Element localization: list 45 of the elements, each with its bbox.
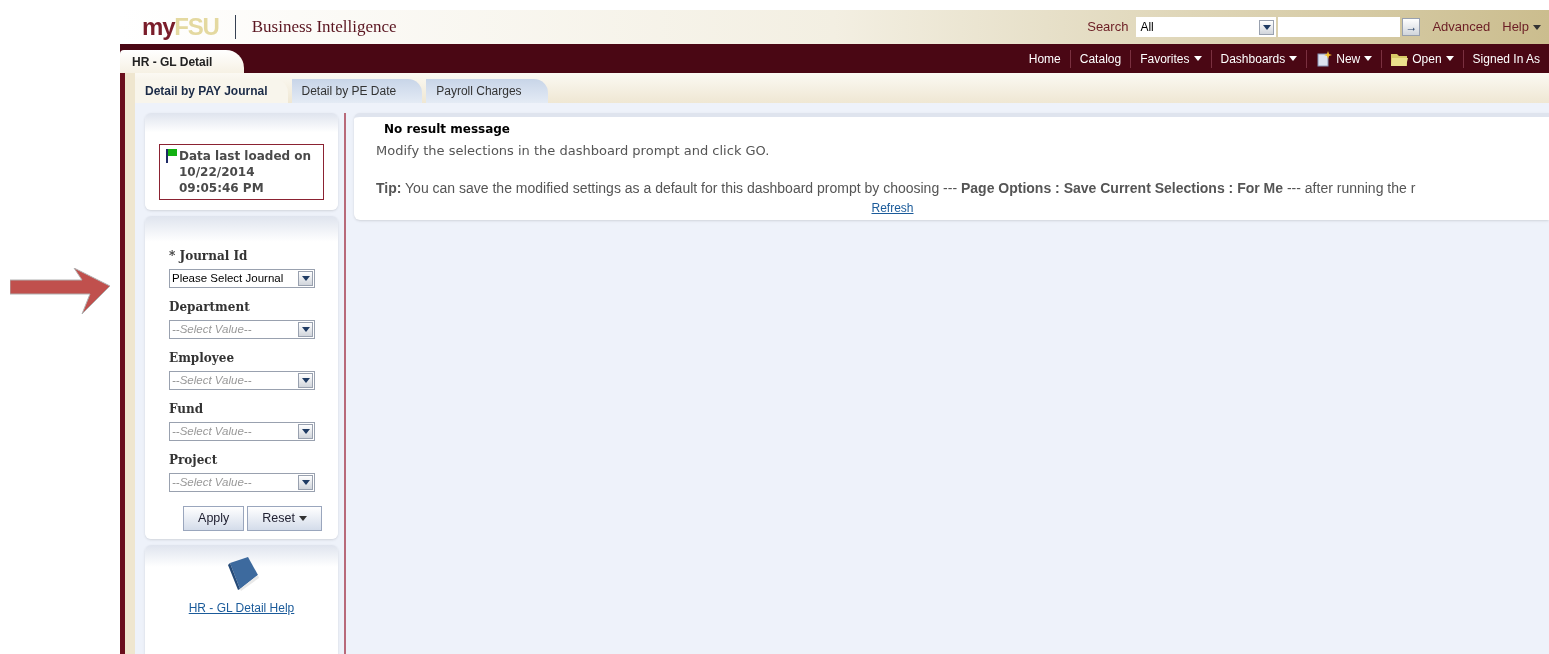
nav-menu-item[interactable]: Favorites: [1130, 49, 1211, 68]
folder-icon: [1391, 51, 1409, 66]
nav-menu-item[interactable]: Open: [1381, 49, 1463, 68]
arrow-icon: [10, 268, 110, 314]
result-title: No result message: [383, 121, 511, 138]
result-message: Modify the selections in the dashboard prompt and click GO.: [376, 142, 771, 160]
search-scope-select[interactable]: All: [1136, 17, 1277, 37]
caret-icon: [299, 516, 307, 521]
caret-icon: [1193, 56, 1202, 61]
prompt-label: Fund: [169, 401, 205, 417]
data-loaded-text: 09:05:46 PM: [179, 180, 265, 196]
header-link[interactable]: Advanced: [1432, 17, 1491, 37]
caret-icon: [1445, 56, 1454, 61]
dashboard-title-tab[interactable]: HR - GL Detail: [120, 50, 245, 73]
header-link[interactable]: Help: [1502, 17, 1541, 37]
caret-icon: [1533, 24, 1541, 30]
logo: myFSU: [142, 15, 219, 39]
tip-text: Tip: You can save the modified settings as a default for this dashboard prompt by choosing --- Page Options : Save Current Selections : For Me --- after running the r: [376, 178, 1417, 198]
prompt-label: * Journal Id: [169, 248, 249, 264]
caret-icon: [1289, 56, 1298, 61]
flag-icon: [166, 149, 177, 163]
prompt-select[interactable]: Please Select Journal: [169, 269, 315, 288]
prompt-button[interactable]: Apply: [183, 506, 245, 531]
app-title: Business Intelligence: [251, 16, 397, 39]
nav-menu-item[interactable]: Catalog: [1069, 49, 1131, 68]
help-link[interactable]: HR - GL Detail Help: [188, 599, 295, 617]
search-go-button[interactable]: →: [1402, 18, 1421, 36]
nav-menu-item[interactable]: Dashboards: [1210, 49, 1307, 68]
data-loaded-text: Data last loaded on: [179, 148, 312, 164]
prompt-button[interactable]: Reset: [247, 506, 322, 531]
search-label: Search: [1087, 18, 1129, 37]
refresh-link[interactable]: Refresh: [871, 198, 914, 217]
prompt-label: Project: [169, 452, 219, 468]
nav-menu-item[interactable]: New: [1306, 49, 1382, 68]
data-loaded-text: 10/22/2014: [179, 164, 256, 180]
caret-icon: [1364, 56, 1373, 61]
search-field[interactable]: [1278, 17, 1401, 37]
nav-menu-item[interactable]: Signed In As: [1462, 49, 1549, 68]
prompt-label: Department: [169, 299, 251, 315]
tab[interactable]: Payroll Charges: [426, 79, 548, 103]
tab[interactable]: Detail by PE Date: [291, 79, 423, 103]
tab[interactable]: Detail by PAY Journal: [135, 79, 288, 103]
nav-menu-item[interactable]: Home: [1019, 49, 1070, 68]
prompt-label: Employee: [169, 350, 236, 366]
new-document-icon: [1316, 50, 1333, 67]
